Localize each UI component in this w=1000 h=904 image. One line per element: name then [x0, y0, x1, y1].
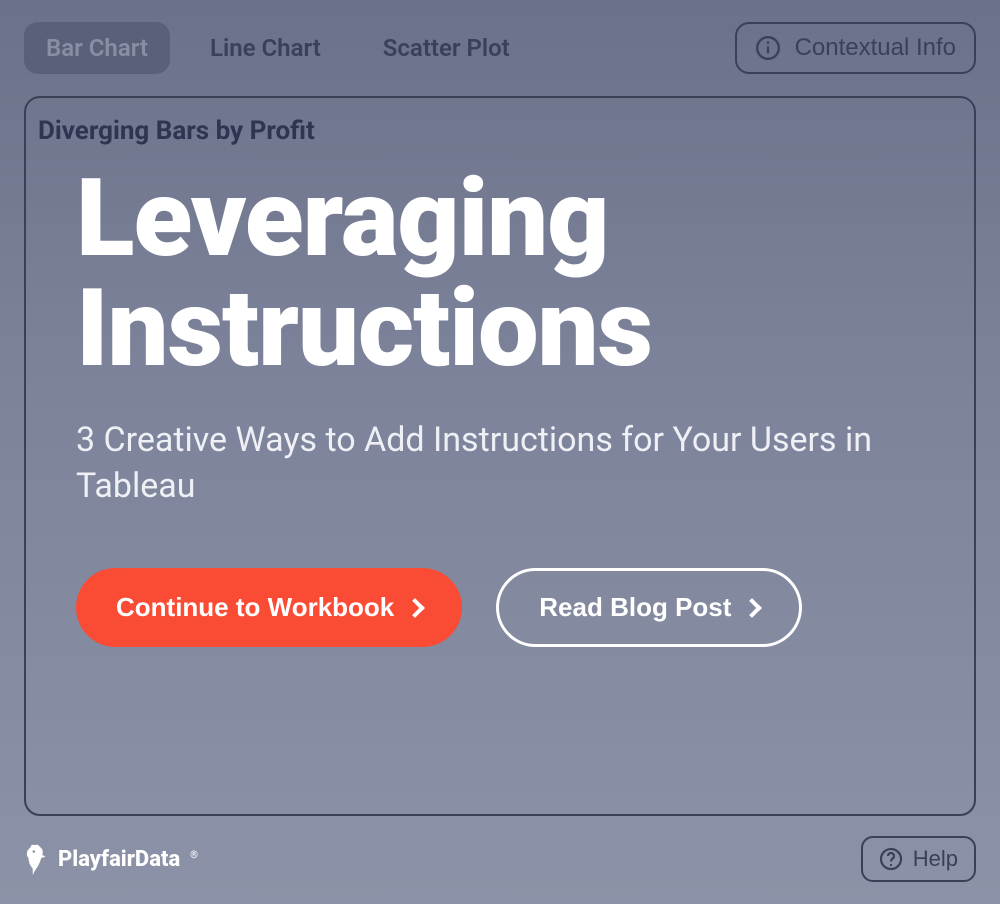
tab-scatter-plot[interactable]: Scatter Plot [361, 22, 532, 74]
help-label: Help [913, 846, 958, 872]
footer: PlayfairData ® Help [24, 836, 976, 882]
hero-heading: Leveraging Instructions [76, 164, 924, 384]
continue-button[interactable]: Continue to Workbook [76, 568, 462, 647]
contextual-info-button[interactable]: Contextual Info [735, 22, 976, 74]
read-blog-button-label: Read Blog Post [539, 592, 731, 623]
chart-type-tabs: Bar Chart Line Chart Scatter Plot Contex… [24, 22, 976, 74]
chevron-right-icon [743, 598, 763, 618]
contextual-info-label: Contextual Info [795, 34, 956, 62]
brand-logo: PlayfairData ® [24, 843, 198, 875]
tab-line-chart[interactable]: Line Chart [188, 22, 343, 74]
help-button[interactable]: Help [861, 836, 976, 882]
overlay-card: Diverging Bars by Profit Leveraging Inst… [24, 96, 976, 816]
chevron-right-icon [405, 598, 425, 618]
brand-name: PlayfairData [58, 847, 180, 872]
card-title: Diverging Bars by Profit [38, 116, 924, 146]
info-icon [755, 35, 781, 61]
trademark-icon: ® [190, 850, 198, 861]
bird-icon [24, 843, 50, 875]
continue-button-label: Continue to Workbook [116, 592, 394, 623]
help-icon [879, 847, 903, 871]
cta-row: Continue to Workbook Read Blog Post [76, 568, 924, 647]
tab-bar-chart[interactable]: Bar Chart [24, 22, 170, 74]
read-blog-button[interactable]: Read Blog Post [496, 568, 802, 647]
hero-subheading: 3 Creative Ways to Add Instructions for … [76, 418, 896, 510]
